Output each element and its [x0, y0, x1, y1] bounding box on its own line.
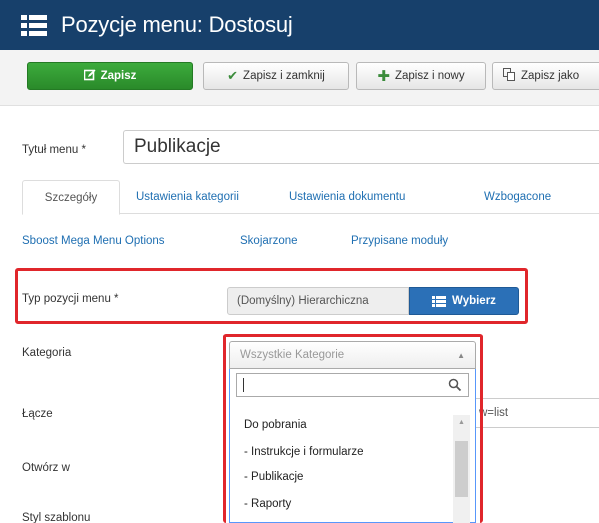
save-copy-button[interactable]: Zapisz jako — [492, 62, 599, 90]
template-style-label: Styl szablonu — [22, 512, 91, 523]
check-icon: ✔ — [227, 68, 239, 83]
category-label: Kategoria — [22, 347, 72, 359]
save-new-label: Zapisz i nowy — [394, 70, 465, 82]
edit-icon — [83, 69, 96, 84]
link-input: w=list — [476, 398, 599, 428]
menu-type-field: (Domyślny) Hierarchiczna — [227, 287, 409, 315]
choose-label: Wybierz — [452, 295, 496, 307]
type-label: Typ pozycji menu * — [22, 293, 119, 305]
save-copy-label: Zapisz jako — [521, 70, 580, 82]
plus-icon: ✚ — [377, 68, 390, 85]
link-label: Łącze — [22, 408, 53, 420]
tab-details[interactable]: Szczegóły — [22, 180, 120, 215]
choose-button[interactable]: Wybierz — [409, 287, 519, 315]
list-icon — [21, 14, 47, 36]
save-button[interactable]: Zapisz — [27, 62, 193, 90]
save-new-button[interactable]: ✚ Zapisz i nowy — [356, 62, 486, 90]
tab-document-settings[interactable]: Ustawienia dokumentu — [289, 180, 405, 214]
save-close-button[interactable]: ✔ Zapisz i zamknij — [203, 62, 349, 90]
tab-category-settings[interactable]: Ustawienia kategorii — [136, 180, 239, 214]
save-close-label: Zapisz i zamknij — [243, 70, 325, 82]
title-bar: Pozycje menu: Dostosuj — [0, 0, 599, 50]
highlight-frame-category — [223, 334, 483, 523]
tab-sboost-mega-menu[interactable]: Sboost Mega Menu Options — [22, 235, 165, 247]
list-icon — [432, 295, 447, 307]
tab-associations[interactable]: Skojarzone — [240, 235, 298, 247]
tab-assigned-modules[interactable]: Przypisane moduły — [351, 235, 448, 247]
save-label: Zapisz — [100, 70, 137, 82]
copy-icon — [503, 68, 516, 84]
tab-bar: Szczegóły Ustawienia kategorii Ustawieni… — [22, 180, 599, 215]
page-title: Pozycje menu: Dostosuj — [61, 12, 293, 37]
title-label: Tytuł menu * — [22, 144, 86, 156]
title-input[interactable]: Publikacje — [123, 130, 599, 164]
open-in-label: Otwórz w — [22, 462, 70, 474]
toolbar: Zapisz ✔ Zapisz i zamknij ✚ Zapisz i now… — [0, 50, 599, 106]
tab-enriched[interactable]: Wzbogacone — [484, 180, 551, 214]
